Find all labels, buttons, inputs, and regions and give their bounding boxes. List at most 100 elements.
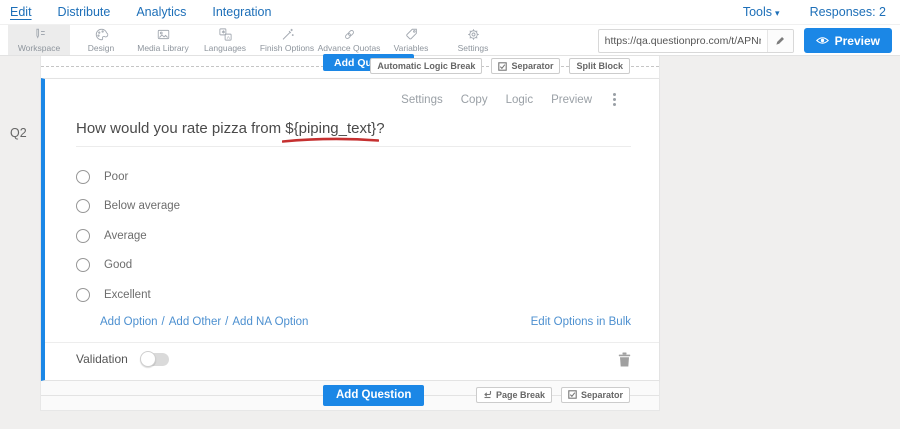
insert-row-bottom: Add Question Page Break Separator [41, 381, 659, 410]
separator-chip-top[interactable]: Separator [491, 58, 560, 74]
validation-toggle[interactable] [141, 353, 169, 366]
red-underline-mark [282, 136, 379, 143]
chip-label: Separator [511, 61, 553, 71]
toolbar-item-advance-quotas[interactable]: Advance Quotas [318, 25, 380, 55]
page-break-icon [483, 390, 492, 399]
chip-label: Page Break [496, 390, 545, 400]
advance-quotas-chain-icon [342, 27, 357, 42]
design-palette-icon [94, 27, 109, 42]
variables-tag-icon [404, 27, 419, 42]
option-label[interactable]: Excellent [104, 289, 151, 301]
option-label[interactable]: Poor [104, 171, 128, 183]
toolbar-item-label: Finish Options [260, 43, 314, 53]
insert-row-top: Add Question Automatic Logic Break Separ… [41, 56, 659, 78]
toolbar-item-label: Variables [394, 43, 429, 53]
toolbar-item-label: Settings [458, 43, 489, 53]
question-preview-action[interactable]: Preview [551, 94, 592, 106]
survey-block-container: Add Question Automatic Logic Break Separ… [40, 56, 660, 411]
eye-icon [816, 36, 829, 45]
chip-label: Split Block [576, 61, 623, 71]
edit-options-in-bulk-link[interactable]: Edit Options in Bulk [531, 316, 631, 328]
question-number-label: Q2 [10, 126, 27, 140]
validation-label: Validation [76, 352, 128, 366]
toolbar-item-label: Advance Quotas [318, 43, 381, 53]
toolbar-item-languages[interactable]: A✱ Languages [194, 25, 256, 55]
insert-bottom-chips: Page Break Separator [476, 387, 630, 403]
navbar-right: Tools▾ Responses: 2 [743, 5, 890, 19]
question-logic-action[interactable]: Logic [506, 94, 534, 106]
survey-toolbar: Workspace Design Media Library A✱ Langua… [0, 25, 900, 56]
toolbar-item-design[interactable]: Design [70, 25, 132, 55]
add-option-link[interactable]: Add Option [100, 316, 158, 328]
checkbox-checked-icon [568, 390, 577, 399]
add-other-link[interactable]: Add Other [169, 316, 221, 328]
separator-chip-bottom[interactable]: Separator [561, 387, 630, 403]
survey-url-input[interactable] [599, 35, 767, 47]
checkbox-checked-icon [498, 62, 507, 71]
radio-button[interactable] [76, 258, 90, 272]
question-settings-action[interactable]: Settings [401, 94, 443, 106]
pencil-icon [775, 35, 786, 46]
automatic-logic-break-chip[interactable]: Automatic Logic Break [370, 58, 482, 74]
toolbar-item-workspace[interactable]: Workspace [8, 25, 70, 55]
top-navbar: Edit Distribute Analytics Integration To… [0, 0, 900, 25]
settings-gear-icon [466, 27, 481, 42]
question-text-input[interactable]: How would you rate pizza from ${piping_t… [76, 120, 631, 147]
answer-options-list: Poor Below average Average Good Excellen… [45, 162, 659, 310]
toolbar-item-label: Workspace [18, 43, 60, 53]
radio-button[interactable] [76, 288, 90, 302]
option-label[interactable]: Average [104, 230, 147, 242]
radio-button[interactable] [76, 170, 90, 184]
radio-button[interactable] [76, 199, 90, 213]
survey-url-group [598, 29, 794, 53]
preview-label: Preview [835, 34, 880, 48]
toolbar-item-label: Languages [204, 43, 246, 53]
question-card-actions: Settings Copy Logic Preview [45, 79, 659, 107]
trash-icon [618, 352, 631, 367]
piping-token[interactable]: ${piping_text} [285, 120, 376, 137]
insert-top-chips: Automatic Logic Break Separator Split Bl… [370, 58, 630, 74]
toolbar-item-finish-options[interactable]: Finish Options [256, 25, 318, 55]
workspace-content: Q2 Add Question Automatic Logic Break Se… [0, 56, 900, 429]
radio-button[interactable] [76, 229, 90, 243]
nav-tab-integration[interactable]: Integration [212, 5, 271, 19]
toolbar-item-settings[interactable]: Settings [442, 25, 504, 55]
split-block-chip[interactable]: Split Block [569, 58, 630, 74]
toolbar-item-label: Media Library [137, 43, 189, 53]
option-label[interactable]: Below average [104, 200, 180, 212]
answer-option-row: Excellent [76, 280, 659, 310]
link-separator: / [162, 316, 165, 328]
toolbar-item-label: Design [88, 43, 114, 53]
nav-tab-edit[interactable]: Edit [10, 5, 32, 19]
answer-option-row: Poor [76, 162, 659, 192]
question-copy-action[interactable]: Copy [461, 94, 488, 106]
finish-options-wand-icon [280, 27, 295, 42]
add-na-option-link[interactable]: Add NA Option [232, 316, 308, 328]
add-question-button-bottom[interactable]: Add Question [323, 385, 424, 406]
question-text-prefix: How would you rate pizza from [76, 120, 285, 137]
tools-label: Tools [743, 5, 772, 19]
page-break-chip[interactable]: Page Break [476, 387, 552, 403]
workspace-icon [32, 27, 47, 42]
kebab-menu-icon[interactable] [610, 92, 619, 107]
nav-tab-distribute[interactable]: Distribute [58, 5, 111, 19]
edit-url-button[interactable] [767, 30, 793, 52]
chip-label: Automatic Logic Break [377, 61, 475, 71]
answer-option-row: Average [76, 221, 659, 251]
piping-token-text: ${piping_text} [285, 120, 376, 137]
question-card: Settings Copy Logic Preview How would yo… [41, 78, 659, 381]
option-label[interactable]: Good [104, 259, 132, 271]
nav-tab-analytics[interactable]: Analytics [136, 5, 186, 19]
delete-question-button[interactable] [618, 352, 631, 367]
answer-option-row: Below average [76, 192, 659, 222]
responses-link[interactable]: Responses: 2 [810, 5, 886, 19]
toolbar-item-variables[interactable]: Variables [380, 25, 442, 55]
chip-label: Separator [581, 390, 623, 400]
toolbar-item-media-library[interactable]: Media Library [132, 25, 194, 55]
add-option-links: Add Option/Add Other/Add NA Option [100, 316, 308, 328]
toolbar-right: Preview [598, 28, 892, 53]
tools-menu[interactable]: Tools▾ [743, 5, 780, 19]
toggle-knob [140, 351, 156, 367]
preview-button[interactable]: Preview [804, 28, 892, 53]
answer-option-row: Good [76, 251, 659, 281]
